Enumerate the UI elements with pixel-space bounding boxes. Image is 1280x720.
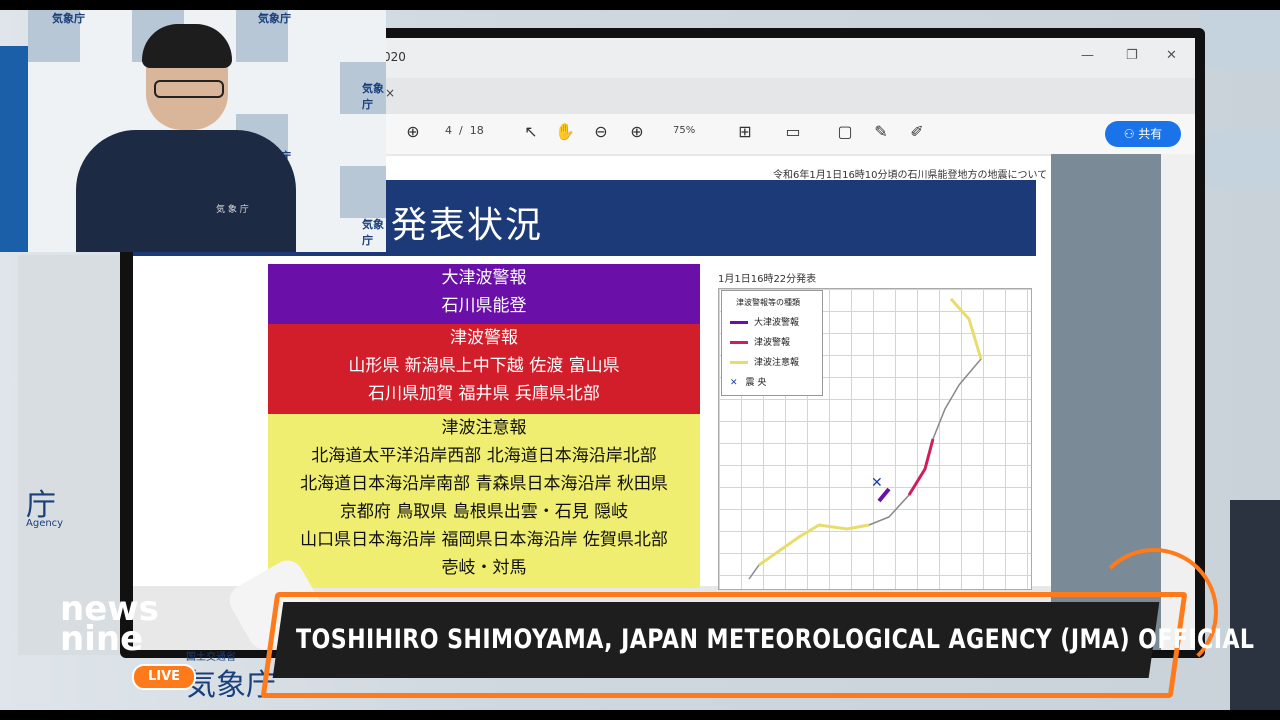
letterbox-top [0,0,1280,10]
major-tsunami-warning-box: 大津波警報 石川県能登 [268,264,700,324]
advisory-area: 京都府 鳥取県 島根県出雲・石見 隠岐 [339,502,629,522]
advisory-area: 北海道日本海沿岸南部 青森県日本海沿岸 秋田県 [300,474,668,494]
presenter-jacket: 気 象 庁 [76,130,296,252]
lower-third-caption: TOSHIHIRO SHIMOYAMA, JAPAN METEOROLOGICA… [296,624,1255,655]
download-icon[interactable]: ⊕ [403,122,423,142]
tsunami-advisory-box: 津波注意報 北海道太平洋沿岸西部 北海道日本海沿岸北部 北海道日本海沿岸南部 青… [268,414,700,588]
jma-logo: 気象庁 [52,12,85,25]
restore-icon[interactable]: ❐ [1126,48,1138,63]
warning-area: 山形県 新潟県上中下越 佐渡 富山県 [348,356,620,376]
advisory-area: 北海道太平洋沿岸西部 北海道日本海沿岸北部 [311,446,657,466]
major-warning-area: 石川県能登 [441,296,527,316]
advisory-area: 山口県日本海沿岸 福岡県日本海沿岸 佐賀県北部 [300,530,668,550]
epicenter-icon: ✕ [871,475,883,491]
share-button[interactable]: ⚇ 共有 [1105,121,1181,147]
presenter-hair [142,24,232,68]
warning-heading: 津波警報 [450,328,518,348]
draw-icon[interactable]: ✎ [871,122,891,142]
close-icon[interactable]: ✕ [1166,48,1177,63]
fit-page-icon[interactable]: ⊞ [735,122,755,142]
zoom-in-icon[interactable]: ⊕ [627,122,647,142]
legend-swatch-red [730,341,748,344]
presenter-inset: 気象庁 気象庁 気象庁 気象庁 気象庁 気 象 庁 [28,10,386,252]
news-nine-logo: news nine [60,592,159,656]
foreground-figure [1230,500,1280,710]
wall-logo-left-sub: Agency [26,518,64,529]
hand-icon[interactable]: ✋ [555,122,575,142]
legend-label: 津波注意報 [754,358,800,368]
wall-tile [1200,10,1280,70]
legend-title: 津波警報等の種類 [736,298,800,307]
legend-label: 津波警報 [754,338,791,348]
map-legend: 津波警報等の種類 大津波警報 津波警報 津波注意報 ✕ 震 央 [721,290,823,396]
wall-tile [1200,130,1280,190]
legend-item: 大津波警報 [730,315,799,328]
legend-swatch-purple [730,321,748,324]
advisory-heading: 津波注意報 [441,418,527,438]
backdrop-tile [340,166,386,218]
zoom-out-icon[interactable]: ⊖ [591,122,611,142]
share-label: 共有 [1138,127,1163,141]
legend-item: 津波注意報 [730,355,799,368]
person-icon: ⚇ [1123,127,1135,141]
page-current[interactable]: 4 [445,124,452,137]
jma-logo: 気象庁 [362,218,384,247]
presenter: 気 象 庁 [76,24,296,252]
legend-label: 大津波警報 [754,318,800,328]
inset-edge [0,46,28,252]
epicenter-legend-icon: ✕ [730,378,738,388]
cursor-icon[interactable]: ↖ [521,122,541,142]
letterbox-bottom [0,710,1280,720]
comment-icon[interactable]: ▢ [835,122,855,142]
legend-swatch-yellow [730,361,748,364]
highlight-icon[interactable]: ✐ [907,122,927,142]
doc-header-note: 令和6年1月1日16時10分頃の石川県能登地方の地震について [773,170,1048,181]
map-timestamp: 1月1日16時22分発表 [718,274,817,285]
legend-item: ✕ 震 央 [730,375,766,388]
advisory-area: 壱岐・対馬 [441,558,527,578]
legend-item: 津波警報 [730,335,790,348]
window-title: 020 [383,50,406,64]
minimize-icon[interactable]: — [1081,48,1094,63]
tsunami-warning-box: 津波警報 山形県 新潟県上中下越 佐渡 富山県 石川県加賀 福井県 兵庫県北部 [268,324,700,414]
jma-logo: 気象庁 [362,82,384,111]
page-indicator[interactable]: 4 / 18 [445,124,484,137]
read-aloud-icon[interactable]: ▭ [783,122,803,142]
presenter-glasses [154,80,224,98]
warning-area: 石川県加賀 福井県 兵庫県北部 [368,384,600,404]
major-warning-heading: 大津波警報 [441,268,527,288]
jma-logo: 気象庁 [258,12,291,25]
zoom-level[interactable]: 75% [673,125,695,136]
jacket-badge: 気 象 庁 [216,205,249,215]
legend-label: 震 央 [745,378,767,388]
live-badge: LIVE [132,664,196,690]
tab-close-icon[interactable]: × [385,86,395,100]
page-total: 18 [469,124,484,137]
